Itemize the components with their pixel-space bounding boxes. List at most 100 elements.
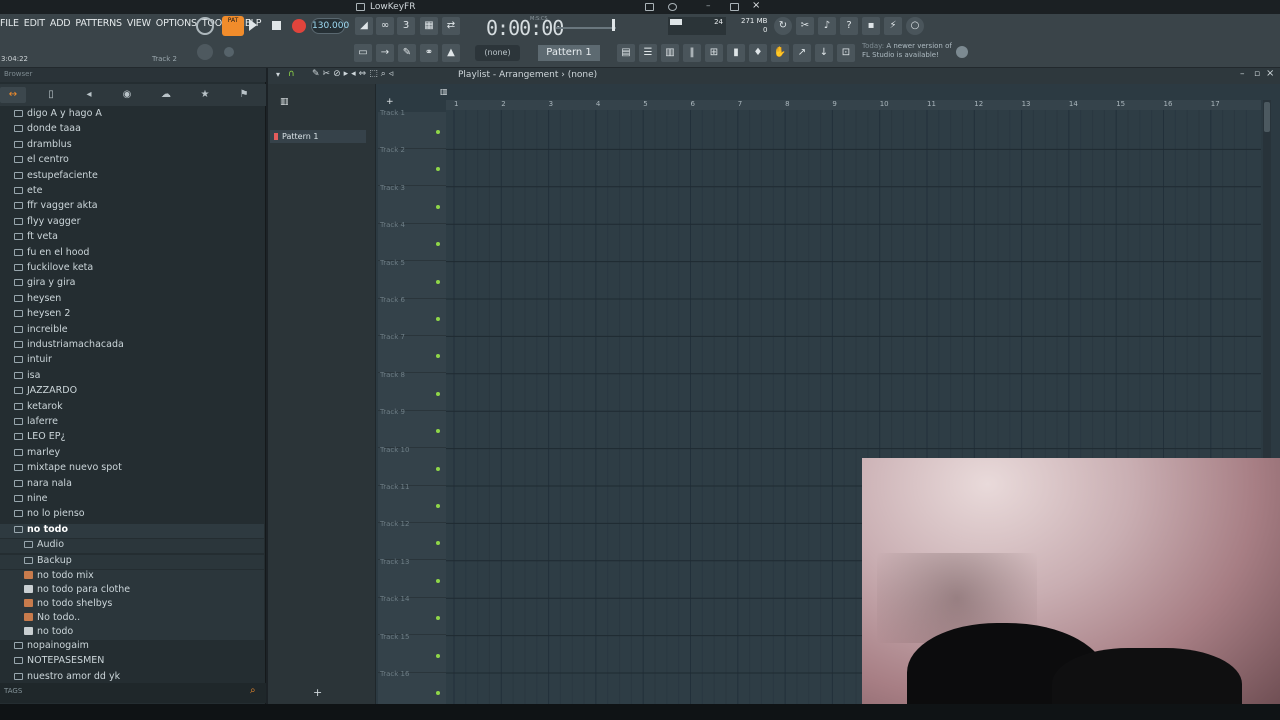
playlist-icon[interactable]: ▤	[617, 44, 635, 62]
track-header[interactable]: Track 7	[378, 333, 446, 374]
track-mute-led[interactable]	[436, 354, 440, 359]
browser-folder[interactable]: fu en el hood	[0, 247, 264, 261]
track-mute-led[interactable]	[436, 167, 440, 172]
time-display[interactable]: 0:00:00	[486, 16, 564, 40]
browser-folder[interactable]: el centro	[0, 154, 264, 168]
search-icon[interactable]: ⌕	[250, 685, 256, 696]
play-icon[interactable]	[249, 19, 257, 31]
browser-folder[interactable]: nara nala	[0, 478, 264, 492]
browser-folder[interactable]: intuir	[0, 354, 264, 368]
chat-icon[interactable]: ○	[906, 17, 924, 35]
track-header[interactable]: Track 15	[378, 633, 446, 673]
mic-icon[interactable]: ♪	[818, 17, 836, 35]
collapse-icon[interactable]: ▾	[276, 70, 280, 79]
playlist-header[interactable]: ▾ ∩ ✎✂⊘▸◂⇔⬚⌕◃ Playlist - Arrangement › (…	[268, 68, 1280, 84]
piano-roll-icon[interactable]: ▥	[661, 44, 679, 62]
browser-folder[interactable]: nine	[0, 493, 264, 507]
browser-folder[interactable]: ffr vagger akta	[0, 200, 264, 214]
step-edit-icon[interactable]: ▦	[420, 17, 438, 35]
cut-icon[interactable]: ✂	[796, 17, 814, 35]
browser-folder[interactable]: gira y gira	[0, 277, 264, 291]
help-icon[interactable]: ?	[840, 17, 858, 35]
master-volume-slider[interactable]	[556, 27, 616, 29]
browser-tab-plugins-icon[interactable]: ◉	[114, 87, 140, 103]
track-header[interactable]: Track 10	[378, 446, 446, 486]
close-window-icon[interactable]: ×	[1266, 68, 1274, 79]
add-track-icon[interactable]: +	[386, 97, 394, 107]
browser-folder[interactable]: no lo pienso	[0, 508, 264, 522]
browser-folder[interactable]: mixtape nuevo spot	[0, 462, 264, 476]
browser-folder[interactable]: ft veta	[0, 231, 264, 245]
brush-icon[interactable]: ✎	[398, 44, 416, 62]
track-mute-led[interactable]	[436, 429, 440, 434]
track-header[interactable]: Track 3	[378, 184, 446, 224]
browser-folder[interactable]: Audio	[0, 539, 264, 554]
plugin-icon[interactable]: ⚡	[884, 17, 902, 35]
blend-icon[interactable]: ⇄	[442, 17, 460, 35]
tags-bar[interactable]: TAGS ⌕	[0, 683, 266, 703]
stop-icon[interactable]	[272, 21, 281, 30]
track-mute-led[interactable]	[436, 653, 440, 658]
countdown-icon[interactable]: 3	[397, 17, 415, 35]
menu-edit[interactable]: EDIT	[24, 18, 45, 34]
browser-folder[interactable]: dramblus	[0, 139, 264, 153]
browser-folder[interactable]: no todo	[0, 523, 264, 538]
track-mute-led[interactable]	[436, 504, 440, 508]
metronome-icon[interactable]: ◢	[355, 17, 373, 35]
track-mute-led[interactable]	[436, 541, 440, 546]
news-panel[interactable]: Today: A newer version of FL Studio is a…	[862, 42, 957, 60]
reset-icon[interactable]: ↻	[774, 17, 792, 35]
menu-patterns[interactable]: PATTERNS	[75, 18, 122, 34]
master-volume-handle[interactable]	[612, 19, 615, 31]
browser-tab-project-icon[interactable]: ▯	[38, 87, 64, 103]
pat-song-toggle[interactable]: PAT	[222, 16, 244, 36]
browser-folder[interactable]: isa	[0, 370, 264, 384]
track-mute-led[interactable]	[436, 317, 440, 321]
link-icon[interactable]: ⚭	[420, 44, 438, 62]
record-icon[interactable]	[292, 19, 306, 33]
browser-folder[interactable]: LEO EP¿	[0, 431, 264, 445]
add-pattern-icon[interactable]: +	[313, 686, 322, 699]
browser-folder[interactable]: heysen	[0, 293, 264, 307]
browser-file[interactable]: no todo	[0, 626, 264, 640]
track-header[interactable]: Track 12	[378, 520, 446, 561]
browser-file[interactable]: No todo..	[0, 612, 264, 626]
track-mute-led[interactable]	[436, 279, 440, 284]
loop-icon[interactable]: ∞	[376, 17, 394, 35]
browser-folder[interactable]: donde taaa	[0, 123, 264, 137]
browser-folder[interactable]: flyy vagger	[0, 216, 264, 230]
mixer-icon[interactable]: ‖	[683, 44, 701, 62]
pattern-item[interactable]: Pattern 1	[270, 130, 366, 143]
timeline-ruler[interactable]: 1 2 3 4 5 6 7 8 9 10 11 12 13 14 15 16 17	[446, 100, 1261, 110]
browser-folder[interactable]: fuckilove keta	[0, 262, 264, 276]
browser-folder[interactable]: ete	[0, 185, 264, 199]
browser-folder[interactable]: industriamachacada	[0, 339, 264, 353]
track-mute-led[interactable]	[436, 616, 440, 621]
piano-icon[interactable]: ▭	[354, 44, 372, 62]
share-icon[interactable]: ↗	[793, 44, 811, 62]
browser-file[interactable]: no todo para clothe	[0, 584, 264, 598]
track-mute-led[interactable]	[436, 130, 440, 134]
menu-options[interactable]: OPTIONS	[156, 18, 197, 34]
browser-tab-tags-icon[interactable]: ⚑	[231, 87, 257, 103]
globe-icon[interactable]	[956, 46, 968, 58]
browser-folder[interactable]: ketarok	[0, 401, 264, 415]
browser-folder[interactable]: marley	[0, 447, 264, 461]
track-mute-led[interactable]	[436, 204, 440, 209]
track-header[interactable]: Track 5	[378, 259, 446, 299]
browser-tab-favorites-icon[interactable]: ★	[192, 87, 218, 103]
save-icon[interactable]: ▪	[862, 17, 880, 35]
track-mute-led[interactable]	[436, 578, 440, 583]
track-header[interactable]: Track 9	[378, 408, 446, 449]
browser-icon[interactable]: ⊞	[705, 44, 723, 62]
browser-folder[interactable]: Backup	[0, 554, 264, 569]
close-icon[interactable]: ×	[752, 0, 760, 11]
monitor-icon[interactable]	[645, 3, 654, 11]
download-icon[interactable]: ↓	[815, 44, 833, 62]
track-mute-led[interactable]	[436, 691, 440, 695]
browser-folder[interactable]: estupefaciente	[0, 170, 264, 184]
track-mute-led[interactable]	[436, 466, 440, 471]
clip-icon[interactable]: ▮	[727, 44, 745, 62]
browser-folder[interactable]: nopainogaim	[0, 640, 264, 654]
browser-folder[interactable]: nuestro amor dd yk	[0, 671, 264, 683]
